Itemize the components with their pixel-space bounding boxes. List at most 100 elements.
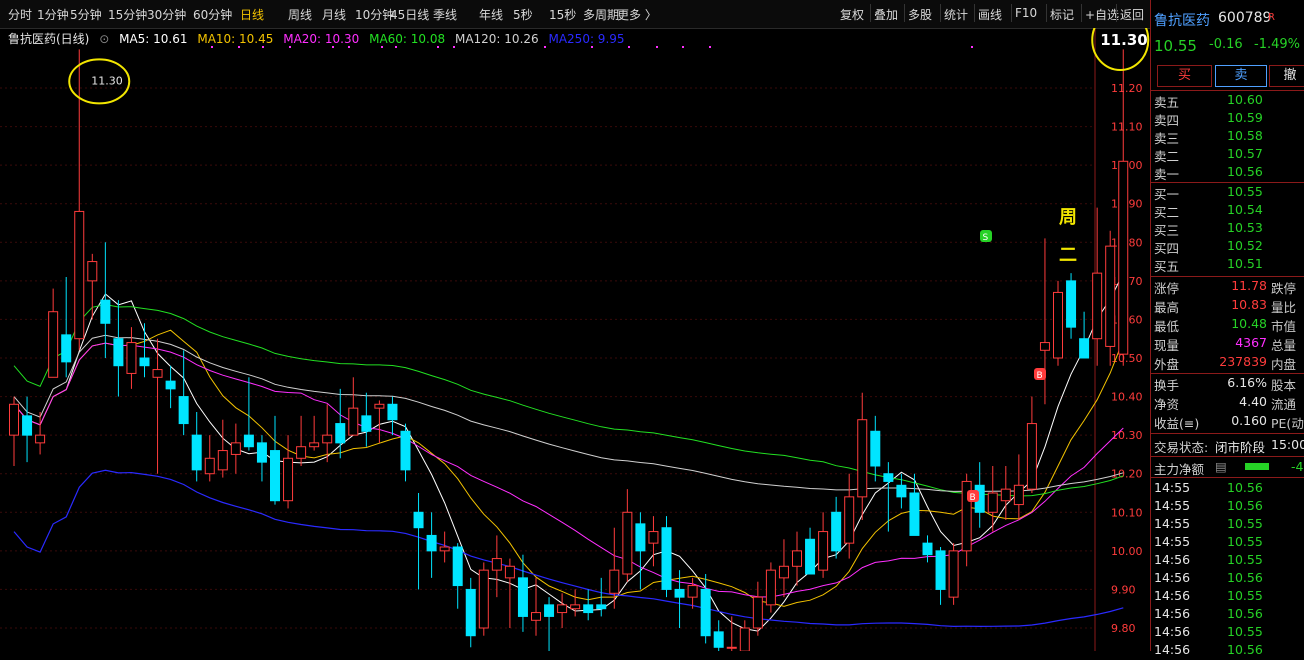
candle-body[interactable]	[596, 604, 607, 610]
candle-body[interactable]	[857, 419, 868, 498]
period-tab-2[interactable]: 5分钟	[70, 6, 102, 23]
candle-body[interactable]	[778, 565, 789, 579]
candle-body[interactable]	[113, 338, 124, 367]
tool-button-5[interactable]: F10	[1015, 6, 1037, 20]
order-level[interactable]: 买四 10.52	[1151, 238, 1304, 256]
order-level[interactable]: 卖四 10.59	[1151, 110, 1304, 128]
period-tab-6[interactable]: 日线	[240, 6, 264, 23]
candle-body[interactable]	[309, 442, 320, 448]
candle-body[interactable]	[896, 484, 907, 498]
candle-body[interactable]	[217, 450, 228, 471]
candle-body[interactable]	[256, 442, 267, 463]
period-tab-9[interactable]: 10分钟	[355, 6, 394, 23]
candle-body[interactable]	[883, 473, 894, 482]
candle-body[interactable]	[243, 434, 254, 448]
period-tab-16[interactable]: 更多 〉	[617, 6, 657, 23]
tool-button-7[interactable]: +自选	[1085, 6, 1119, 23]
tool-button-1[interactable]: 叠加	[874, 6, 898, 23]
candle-body[interactable]	[1066, 280, 1077, 328]
candle-body[interactable]	[400, 430, 411, 471]
order-level[interactable]: 买五 10.51	[1151, 256, 1304, 274]
candle-body[interactable]	[831, 511, 842, 552]
candle-body[interactable]	[478, 569, 489, 629]
candle-body[interactable]	[426, 534, 437, 552]
candle-body[interactable]	[178, 396, 189, 425]
candle-body[interactable]	[739, 627, 750, 651]
candle-body[interactable]	[674, 588, 685, 598]
candle-body[interactable]	[1039, 342, 1050, 351]
order-level[interactable]: 卖二 10.57	[1151, 146, 1304, 164]
candle-body[interactable]	[296, 446, 307, 459]
candle-body[interactable]	[504, 565, 515, 579]
candle-body[interactable]	[74, 210, 85, 340]
candle-body[interactable]	[87, 261, 98, 282]
period-tab-15[interactable]: 多周期	[583, 6, 619, 23]
candle-body[interactable]	[987, 492, 998, 513]
order-level[interactable]: 卖三 10.58	[1151, 128, 1304, 146]
candle-body[interactable]	[570, 604, 581, 610]
order-level[interactable]: 卖一 10.56	[1151, 164, 1304, 182]
candle-body[interactable]	[48, 311, 59, 378]
candle-body[interactable]	[439, 546, 450, 552]
candle-body[interactable]	[9, 403, 19, 436]
kline-svg[interactable]: 11.2011.1011.0010.9010.8010.7010.6010.50…	[0, 28, 1150, 651]
candle-body[interactable]	[1000, 488, 1011, 502]
settings-icon[interactable]: ⊙	[99, 32, 109, 46]
candle-body[interactable]	[348, 407, 359, 436]
period-tab-11[interactable]: 季线	[433, 6, 457, 23]
tool-button-8[interactable]: 返回	[1120, 6, 1144, 23]
tool-button-2[interactable]: 多股	[908, 6, 932, 23]
period-tab-8[interactable]: 月线	[322, 6, 346, 23]
candle-body[interactable]	[1118, 160, 1129, 355]
candle-body[interactable]	[726, 646, 737, 649]
candle-body[interactable]	[909, 492, 920, 536]
candle-body[interactable]	[792, 550, 802, 567]
period-tab-5[interactable]: 60分钟	[193, 6, 232, 23]
candle-body[interactable]	[648, 531, 659, 544]
tool-button-6[interactable]: 标记	[1050, 6, 1074, 23]
candle-body[interactable]	[1013, 484, 1024, 506]
candle-body[interactable]	[517, 577, 528, 617]
candle-body[interactable]	[100, 299, 111, 324]
candle-body[interactable]	[413, 511, 424, 529]
candle-body[interactable]	[700, 588, 711, 637]
candle-body[interactable]	[61, 334, 72, 363]
candle-body[interactable]	[387, 403, 398, 421]
candle-body[interactable]	[844, 496, 855, 544]
period-tab-0[interactable]: 分时	[8, 6, 32, 23]
buy-button[interactable]: 买	[1157, 65, 1212, 87]
candle-body[interactable]	[805, 538, 816, 575]
candle-body[interactable]	[230, 442, 241, 455]
candle-body[interactable]	[322, 434, 333, 444]
candle-body[interactable]	[165, 380, 176, 390]
candle-body[interactable]	[557, 604, 568, 614]
candle-body[interactable]	[465, 588, 476, 637]
candle-body[interactable]	[1053, 291, 1063, 359]
order-level[interactable]: 买一 10.55	[1151, 184, 1304, 202]
candle-body[interactable]	[765, 569, 776, 606]
candle-body[interactable]	[139, 357, 150, 367]
candle-body[interactable]	[752, 596, 763, 629]
period-tab-1[interactable]: 1分钟	[37, 6, 69, 23]
menu-icon[interactable]: ▤	[1215, 459, 1227, 474]
candle-body[interactable]	[661, 527, 672, 590]
candle-body[interactable]	[283, 457, 294, 502]
candle-body[interactable]	[1079, 338, 1090, 359]
period-tab-7[interactable]: 周线	[288, 6, 312, 23]
period-tab-13[interactable]: 5秒	[513, 6, 533, 23]
candle-body[interactable]	[361, 415, 372, 432]
candle-body[interactable]	[191, 434, 202, 471]
cancel-order-button[interactable]: 撤	[1269, 65, 1304, 87]
order-level[interactable]: 卖五 10.60	[1151, 92, 1304, 110]
candle-body[interactable]	[687, 585, 698, 598]
period-tab-12[interactable]: 年线	[479, 6, 503, 23]
sell-button[interactable]: 卖	[1215, 65, 1267, 87]
order-level[interactable]: 买二 10.54	[1151, 202, 1304, 220]
kline-chart[interactable]: 11.2011.1011.0010.9010.8010.7010.6010.50…	[0, 28, 1150, 651]
candle-body[interactable]	[374, 403, 385, 409]
candle-body[interactable]	[452, 546, 463, 587]
candle-body[interactable]	[335, 423, 346, 444]
tool-button-3[interactable]: 统计	[944, 6, 968, 23]
candle-body[interactable]	[544, 604, 555, 617]
period-tab-10[interactable]: 45日线	[390, 6, 429, 23]
